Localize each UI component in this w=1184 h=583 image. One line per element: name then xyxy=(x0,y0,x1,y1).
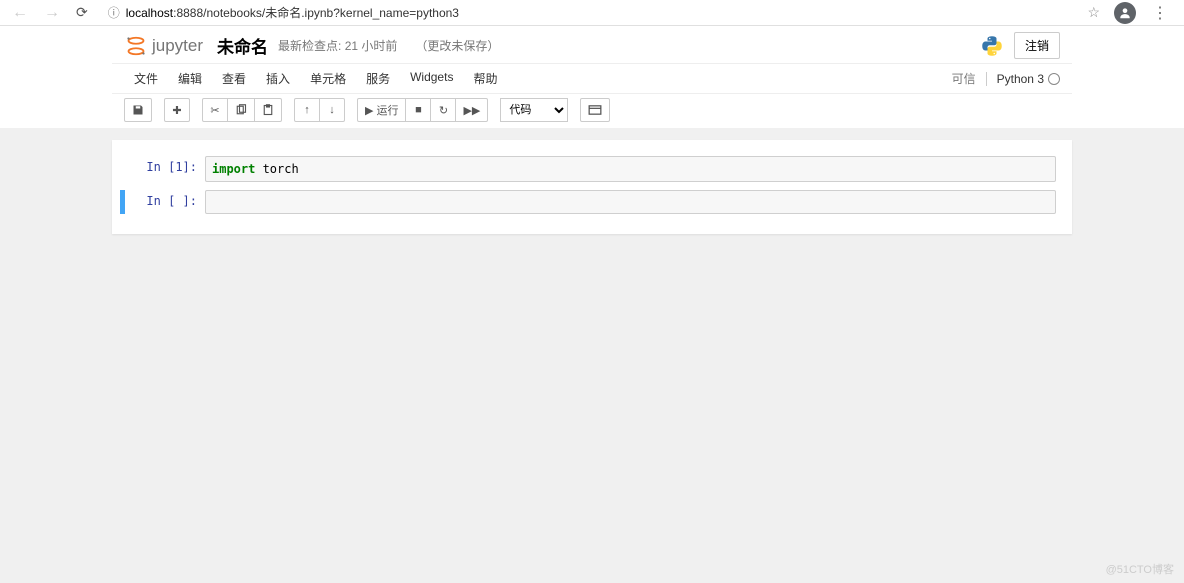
header-left: jupyter 未命名 最新检查点: 21 小时前 （更改未保存） xyxy=(124,33,499,58)
save-button[interactable] xyxy=(124,98,152,122)
menu-help[interactable]: 帮助 xyxy=(463,64,507,93)
notebook-app: jupyter 未命名 最新检查点: 21 小时前 （更改未保存） 注销 文件 … xyxy=(0,26,1184,583)
notebook-title[interactable]: 未命名 xyxy=(217,33,268,58)
url-text: localhost:8888/notebooks/未命名.ipynb?kerne… xyxy=(126,4,459,21)
add-cell-button[interactable]: ✚ xyxy=(164,98,190,122)
url-bar[interactable]: ⓘ localhost:8888/notebooks/未命名.ipynb?ker… xyxy=(100,2,1074,23)
python-icon xyxy=(980,34,1004,58)
menus: 文件 编辑 查看 插入 单元格 服务 Widgets 帮助 xyxy=(124,64,507,93)
kernel-name[interactable]: Python 3 xyxy=(986,72,1060,86)
kernel-status-icon xyxy=(1048,73,1060,85)
code-input[interactable] xyxy=(205,190,1056,214)
kernel-indicator: 可信 Python 3 xyxy=(952,70,1060,87)
code-cell[interactable]: In [1]: import torch xyxy=(120,154,1064,184)
menu-view[interactable]: 查看 xyxy=(212,64,256,93)
copy-button[interactable] xyxy=(227,98,255,122)
trusted-label[interactable]: 可信 xyxy=(952,70,976,87)
info-icon: ⓘ xyxy=(108,4,120,21)
interrupt-button[interactable]: ■ xyxy=(405,98,431,122)
jupyter-logo-icon xyxy=(124,34,148,58)
paste-button[interactable] xyxy=(254,98,282,122)
cell-type-select[interactable]: 代码 xyxy=(500,98,568,122)
checkpoint-status: 最新检查点: 21 小时前 xyxy=(278,37,397,54)
menu-edit[interactable]: 编辑 xyxy=(168,64,212,93)
input-prompt: In [1]: xyxy=(125,156,205,182)
menu-cell[interactable]: 单元格 xyxy=(300,64,356,93)
input-prompt: In [ ]: xyxy=(125,190,205,214)
browser-bar: ← → ⟳ ⓘ localhost:8888/notebooks/未命名.ipy… xyxy=(0,0,1184,26)
run-button[interactable]: ▶ 运行 xyxy=(357,98,406,122)
code-input[interactable]: import torch xyxy=(205,156,1056,182)
restart-button[interactable]: ↻ xyxy=(430,98,456,122)
menu-widgets[interactable]: Widgets xyxy=(400,64,463,93)
menu-insert[interactable]: 插入 xyxy=(256,64,300,93)
menu-file[interactable]: 文件 xyxy=(124,64,168,93)
watermark: @51CTO博客 xyxy=(1106,561,1174,577)
input-area[interactable]: import torch xyxy=(205,156,1056,182)
logo[interactable]: jupyter xyxy=(124,34,203,58)
cut-button[interactable]: ✂ xyxy=(202,98,228,122)
logo-text: jupyter xyxy=(152,36,203,56)
notebook-container: In [1]: import torch In [ ]: xyxy=(112,140,1072,234)
menu-kernel[interactable]: 服务 xyxy=(356,64,400,93)
input-area[interactable] xyxy=(205,190,1056,214)
restart-run-all-button[interactable]: ▶▶ xyxy=(455,98,488,122)
header-container: jupyter 未命名 最新检查点: 21 小时前 （更改未保存） 注销 文件 … xyxy=(0,26,1184,128)
reload-icon[interactable]: ⟳ xyxy=(72,4,92,21)
header: jupyter 未命名 最新检查点: 21 小时前 （更改未保存） 注销 xyxy=(112,26,1072,63)
autosave-status: （更改未保存） xyxy=(415,37,499,54)
move-up-button[interactable]: ↑ xyxy=(294,98,320,122)
back-icon[interactable]: ← xyxy=(8,4,32,22)
menu-dots-icon[interactable]: ⋮ xyxy=(1144,3,1176,23)
forward-icon[interactable]: → xyxy=(40,4,64,22)
star-icon[interactable]: ☆ xyxy=(1081,4,1106,21)
menubar: 文件 编辑 查看 插入 单元格 服务 Widgets 帮助 可信 Python … xyxy=(112,63,1072,93)
header-right: 注销 xyxy=(980,32,1060,59)
logout-button[interactable]: 注销 xyxy=(1014,32,1060,59)
command-palette-button[interactable] xyxy=(580,98,610,122)
code-cell[interactable]: In [ ]: xyxy=(120,188,1064,216)
toolbar: ✚ ✂ ↑ ↓ ▶ 运行 ■ ↻ ▶▶ 代码 xyxy=(112,93,1072,128)
move-down-button[interactable]: ↓ xyxy=(319,98,345,122)
user-icon[interactable] xyxy=(1114,2,1136,24)
